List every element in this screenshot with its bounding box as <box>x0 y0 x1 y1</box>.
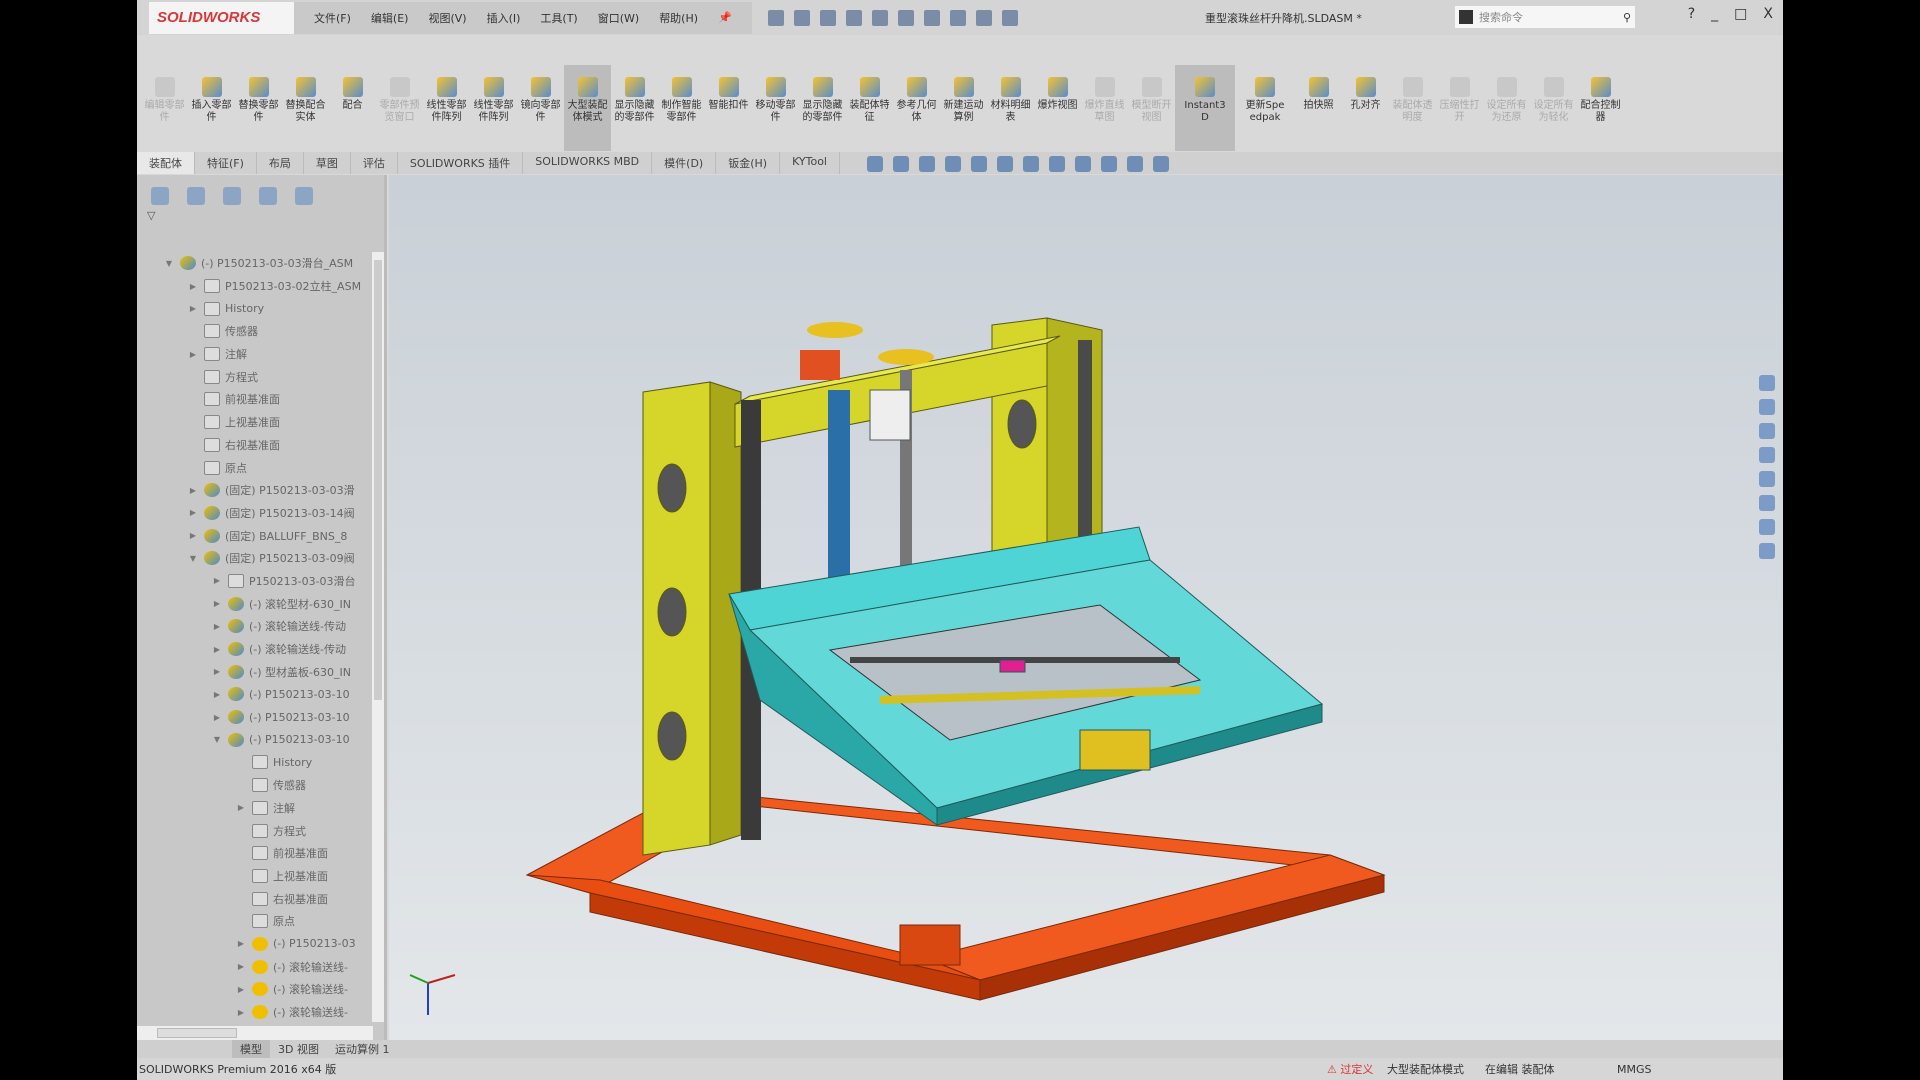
cyan-conveyor-tray <box>728 526 1324 826</box>
coordinate-triad <box>409 974 456 1015</box>
assembly-model-3d <box>409 317 1386 1015</box>
